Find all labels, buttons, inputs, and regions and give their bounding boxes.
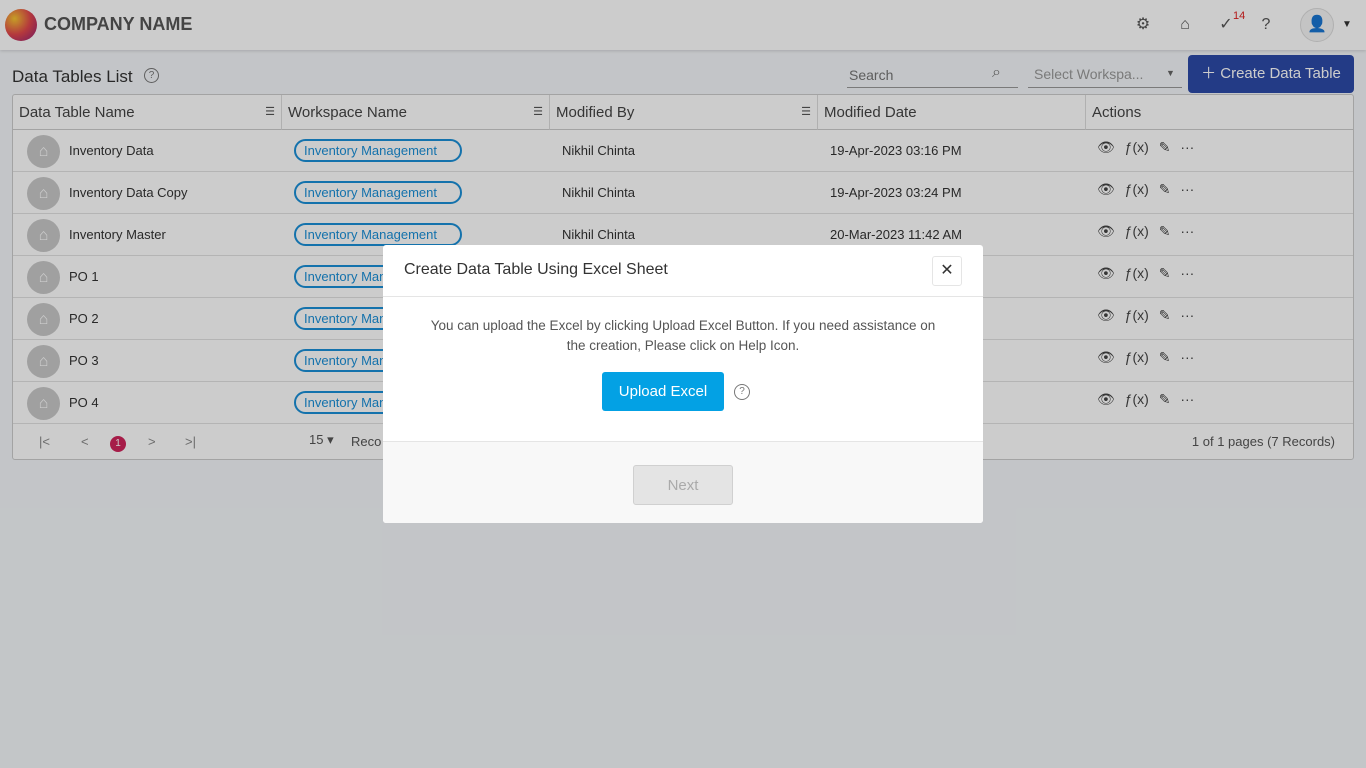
help-icon[interactable]: ? <box>734 384 750 400</box>
next-button[interactable]: Next <box>633 465 733 505</box>
modal-title: Create Data Table Using Excel Sheet <box>404 261 668 278</box>
close-icon[interactable]: ✕ <box>932 256 962 286</box>
create-data-table-modal: Create Data Table Using Excel Sheet ✕ Yo… <box>383 245 983 523</box>
modal-footer: Next <box>383 441 983 523</box>
modal-description: You can upload the Excel by clicking Upl… <box>430 318 936 353</box>
upload-excel-button[interactable]: Upload Excel <box>602 372 724 411</box>
divider <box>383 296 983 297</box>
